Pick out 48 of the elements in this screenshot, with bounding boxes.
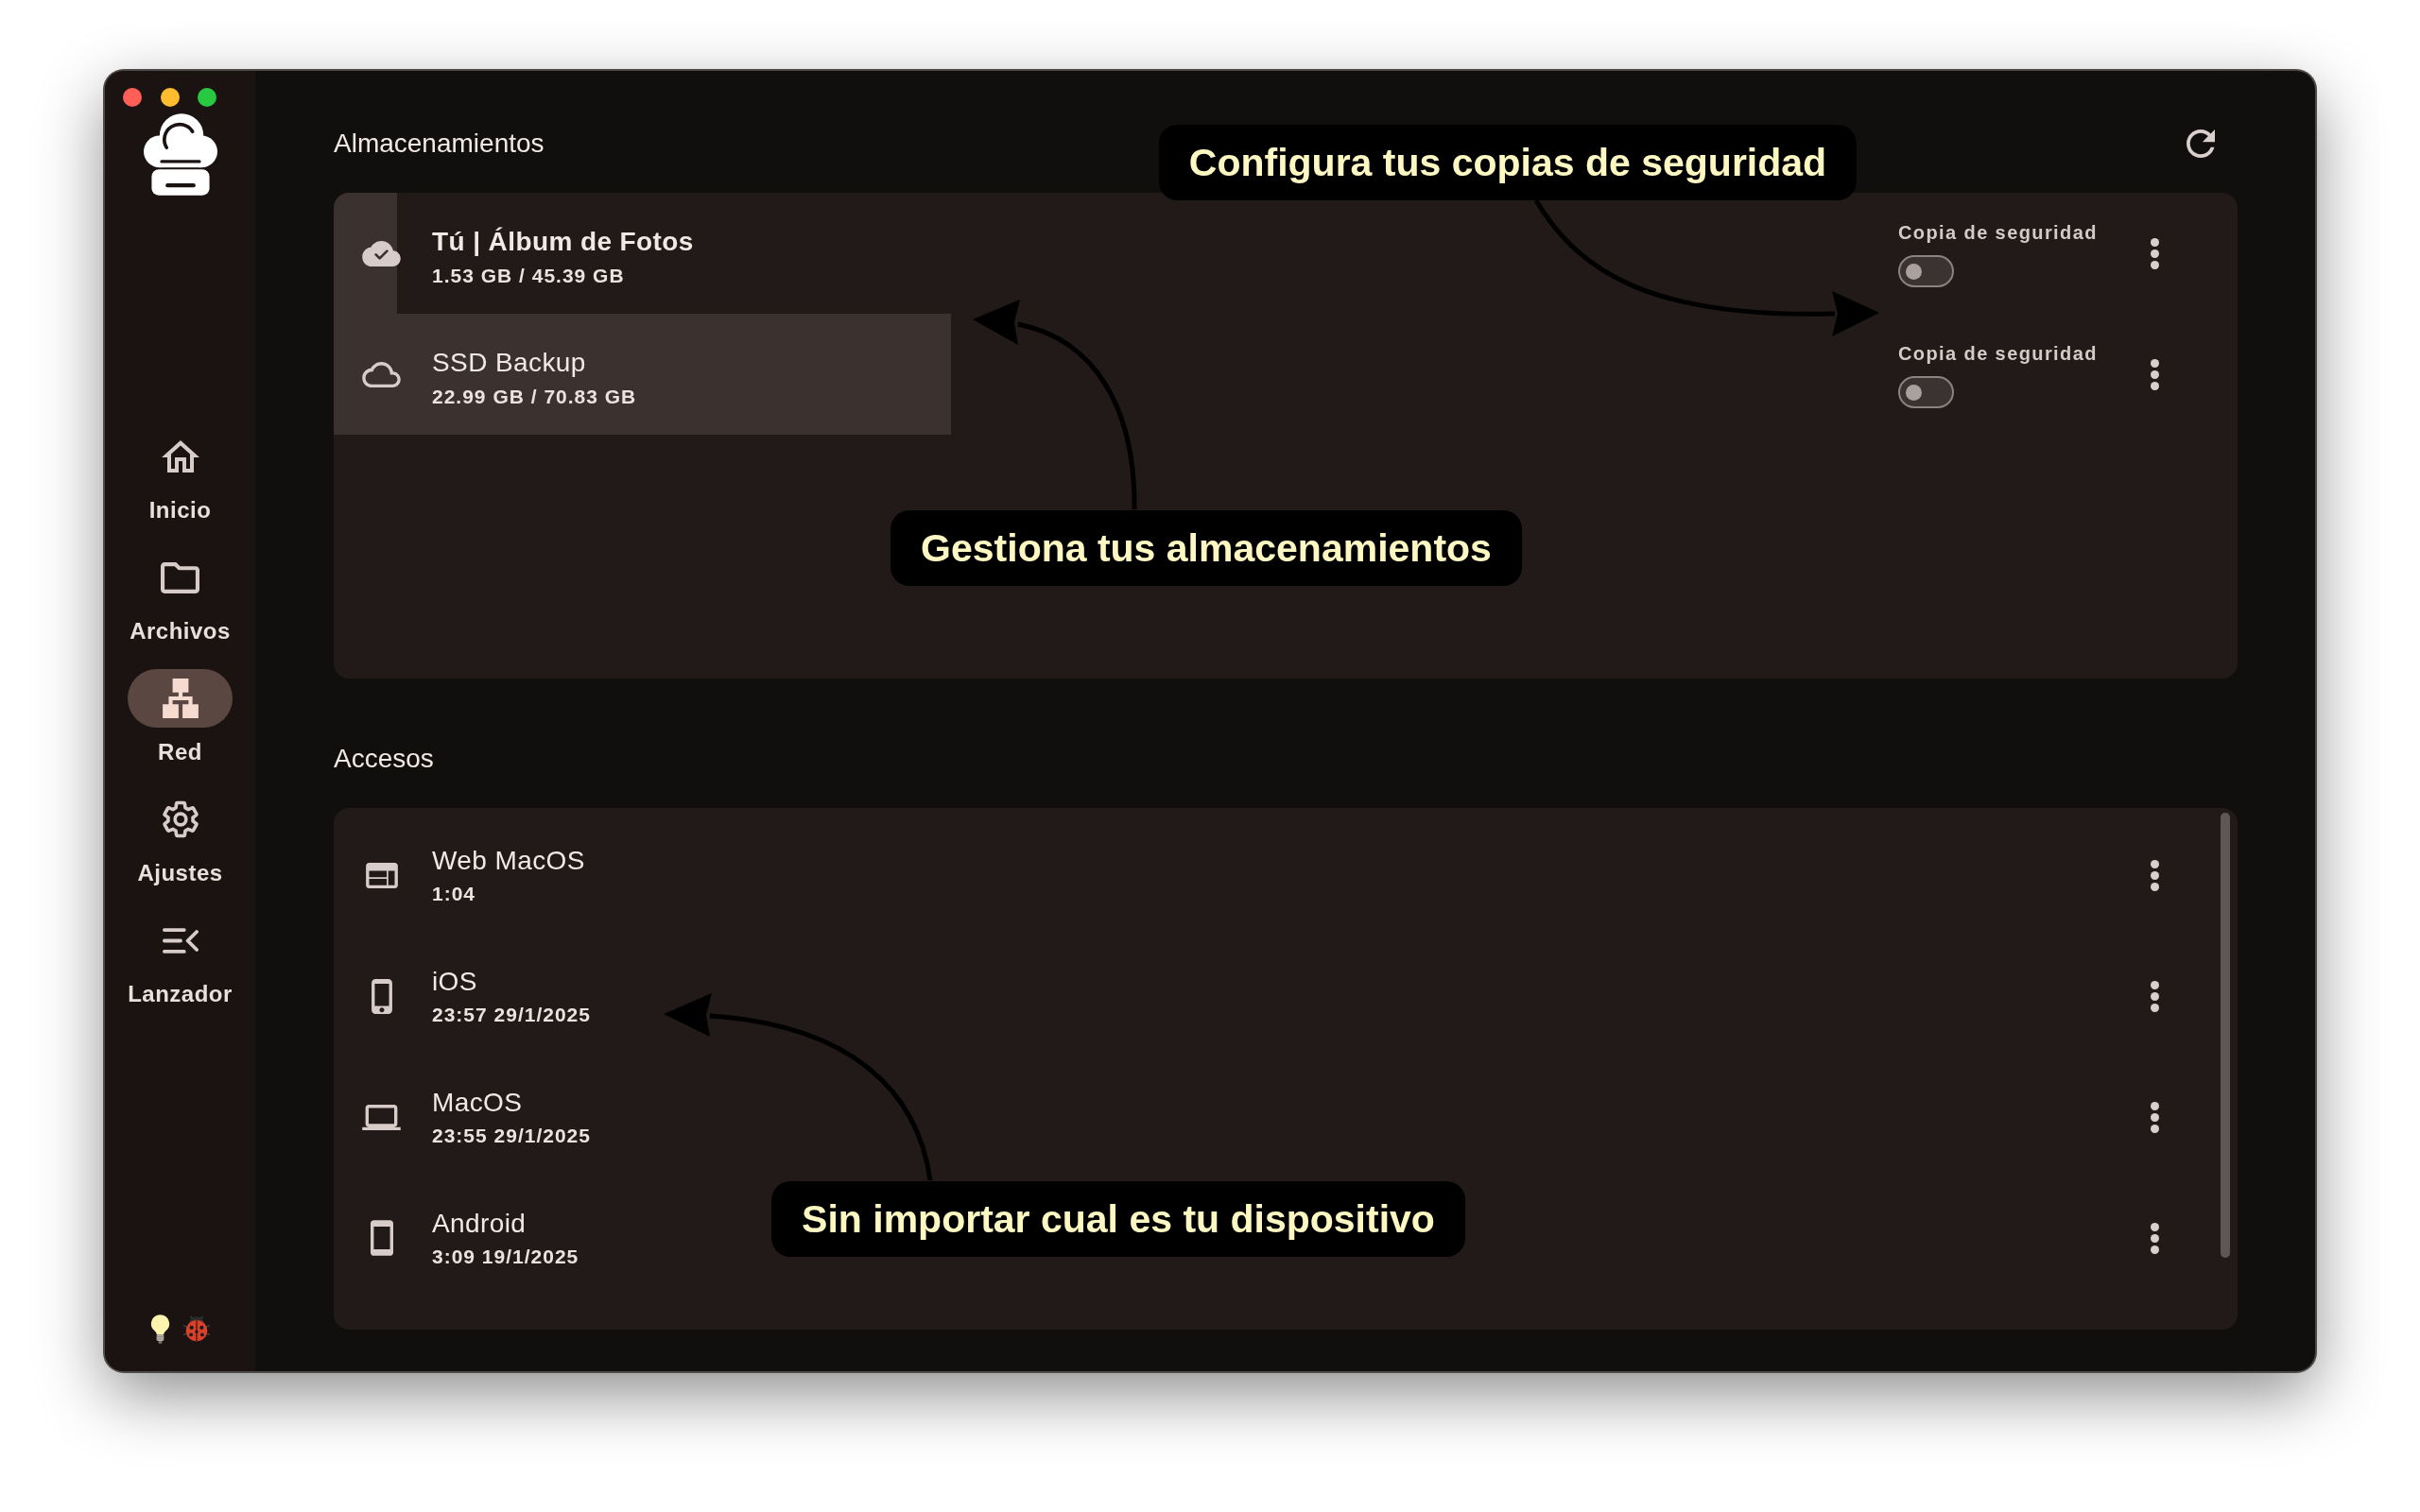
nav-item[interactable]: Inicio bbox=[128, 427, 233, 524]
more-icon bbox=[2150, 358, 2159, 390]
nav-item[interactable]: Archivos bbox=[128, 548, 233, 645]
refresh-icon bbox=[2187, 129, 2215, 158]
scrollbar-thumb[interactable] bbox=[2221, 813, 2230, 1258]
last-access-time: 23:57 29/1/2025 bbox=[432, 1002, 591, 1027]
section-title: Accesos bbox=[334, 743, 434, 775]
more-icon bbox=[2150, 980, 2159, 1012]
more-icon bbox=[2150, 859, 2159, 891]
backup-label: Copia de seguridad bbox=[1898, 221, 2099, 245]
device-name: iOS bbox=[432, 965, 478, 998]
sitemap-icon bbox=[162, 679, 199, 718]
nav-item[interactable]: Ajustes bbox=[128, 790, 233, 887]
settings-icon bbox=[161, 800, 199, 838]
phone-icon bbox=[370, 1220, 393, 1256]
last-access-time: 1:04 bbox=[432, 881, 477, 906]
phone-icon bbox=[371, 978, 392, 1014]
list-chevron-icon bbox=[162, 927, 199, 954]
device-name: Web MacOS bbox=[432, 844, 585, 877]
ladybug-icon[interactable] bbox=[182, 1314, 211, 1343]
device-name: Android bbox=[432, 1207, 527, 1240]
callout: Sin importar cual es tu dispositivo bbox=[771, 1181, 1465, 1257]
minimize-button[interactable] bbox=[160, 88, 180, 107]
storage-item[interactable]: SSD Backup 22.99 GB / 70.83 GB bbox=[334, 314, 951, 435]
storage-usage: 1.53 GB / 45.39 GB bbox=[432, 264, 626, 288]
laptop-icon bbox=[362, 1104, 401, 1130]
home-icon bbox=[161, 440, 199, 472]
more-icon bbox=[2150, 1222, 2159, 1254]
callout: Configura tus copias de seguridad bbox=[1158, 125, 1858, 200]
zoom-button[interactable] bbox=[198, 88, 216, 107]
section-title: Almacenamientos bbox=[334, 128, 544, 160]
backup-label: Copia de seguridad bbox=[1898, 342, 2099, 366]
web-layout-icon bbox=[365, 862, 398, 888]
more-icon bbox=[2150, 1101, 2159, 1133]
last-access-time: 23:55 29/1/2025 bbox=[432, 1123, 591, 1148]
folder-icon bbox=[161, 561, 199, 593]
nav-item[interactable]: Lanzador bbox=[128, 911, 233, 1008]
toggle-switch[interactable] bbox=[1898, 376, 1954, 408]
more-icon bbox=[2150, 237, 2159, 269]
storage-usage: 22.99 GB / 70.83 GB bbox=[432, 385, 637, 409]
device-name: MacOS bbox=[432, 1086, 524, 1119]
last-access-time: 3:09 19/1/2025 bbox=[432, 1244, 579, 1269]
close-button[interactable] bbox=[123, 88, 142, 107]
storage-name: Tú | Álbum de Fotos bbox=[432, 226, 694, 258]
callout: Gestiona tus almacenamientos bbox=[890, 510, 1522, 586]
storage-name: SSD Backup bbox=[432, 347, 587, 379]
toggle-switch[interactable] bbox=[1898, 255, 1954, 287]
lightbulb-icon[interactable] bbox=[149, 1314, 170, 1344]
